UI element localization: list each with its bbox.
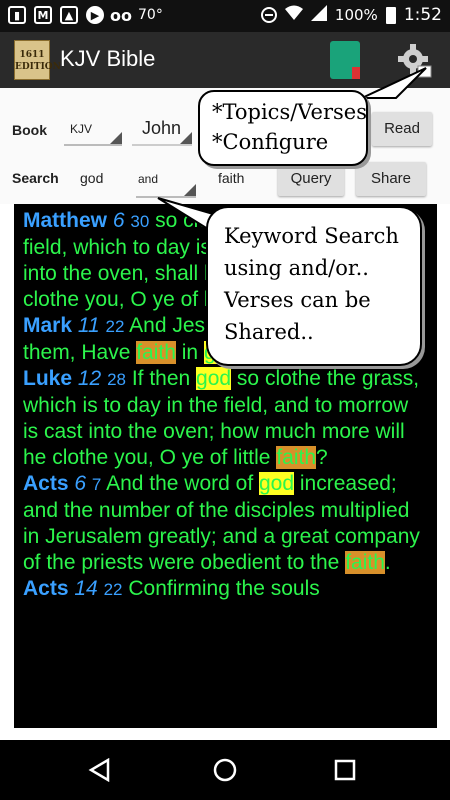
- verse-pre: If then: [131, 367, 197, 390]
- verse-item: Acts 14 22 Confirming the souls: [23, 576, 429, 603]
- app-logo: 1611 EDITION: [14, 40, 61, 80]
- recents-icon[interactable]: [334, 759, 356, 781]
- status-bar: ▮ M ▲ ▶ oo 70° 100% 1:52: [0, 0, 450, 32]
- verse-pre: And the word of: [106, 472, 259, 495]
- share-button[interactable]: Share: [356, 162, 426, 196]
- back-icon[interactable]: [88, 758, 112, 782]
- verse-item: Acts 6 7 And the word of god increased; …: [23, 471, 429, 576]
- verse-number: 30: [130, 212, 150, 231]
- version-select[interactable]: KJV: [64, 112, 122, 146]
- verse-number: 22: [105, 317, 125, 336]
- read-button[interactable]: Read: [372, 112, 432, 146]
- verse-book: Luke: [23, 367, 73, 390]
- status-right: 100% 1:52: [260, 5, 442, 25]
- navigation-bar: [0, 740, 450, 800]
- verse-chapter: 6: [74, 472, 87, 495]
- wifi-icon: [284, 5, 303, 25]
- search-label: Search: [12, 170, 59, 186]
- verse-mid: in: [175, 341, 204, 364]
- verse-chapter: 11: [77, 314, 100, 337]
- verse-chapter: 12: [77, 367, 102, 390]
- callout-line: Verses can be: [224, 288, 371, 312]
- callout-line: *Topics/Verses: [212, 100, 367, 124]
- verse-number: 28: [107, 370, 126, 389]
- search-term2-field[interactable]: faith: [218, 170, 244, 186]
- image-icon: ▲: [60, 6, 78, 24]
- status-left: ▮ M ▲ ▶ oo 70°: [8, 5, 163, 25]
- verse-highlight: god: [196, 367, 232, 390]
- verse-end: ?: [316, 446, 328, 469]
- version-value: KJV: [70, 122, 93, 136]
- callout-line: Keyword Search: [224, 224, 399, 248]
- battery-icon: [385, 6, 396, 24]
- verse-highlight: god: [259, 472, 295, 495]
- verse-end: .: [384, 551, 391, 574]
- verse-highlight-2: faith: [276, 446, 317, 469]
- verse-book: Acts: [23, 577, 69, 600]
- book-label: Book: [12, 122, 47, 138]
- verse-highlight-2: faith: [345, 551, 385, 574]
- verse-book: Acts: [23, 472, 69, 495]
- operator-value: and: [138, 172, 159, 186]
- book-select[interactable]: [132, 112, 192, 146]
- voicemail-icon: oo: [110, 5, 132, 25]
- callout-line: Shared..: [224, 320, 314, 344]
- status-box-icon: ▮: [8, 6, 26, 24]
- verse-number: 7: [91, 475, 102, 494]
- clock: 1:52: [403, 5, 442, 25]
- signal-icon: [310, 5, 327, 25]
- verse-chapter: 14: [74, 577, 98, 600]
- callout-pointer-top: [361, 67, 427, 99]
- temperature: 70°: [138, 7, 163, 23]
- verse-book: Mark: [23, 314, 73, 337]
- verse-number: 22: [103, 580, 123, 599]
- verse-highlight: faith: [136, 341, 176, 364]
- dnd-icon: [260, 7, 277, 23]
- operator-select[interactable]: and: [136, 164, 196, 198]
- verse-book: Matthew: [23, 209, 107, 232]
- verse-item: Luke 12 28 If then god so clothe the gra…: [23, 366, 429, 471]
- callout-line: using and/or..: [224, 256, 369, 280]
- app-logo-text: 1611 EDITION: [15, 50, 61, 72]
- play-icon: ▶: [86, 6, 104, 24]
- verse-chapter: 6: [112, 209, 125, 232]
- search-term1-field[interactable]: god: [80, 170, 103, 186]
- app-title: KJV Bible: [60, 46, 156, 71]
- verse-text: Confirming the souls: [128, 577, 320, 600]
- battery-percent: 100%: [334, 6, 378, 24]
- callout-keyword-search: Keyword Search using and/or.. Verses can…: [206, 206, 422, 366]
- callout-topics: *Topics/Verses *Configure: [198, 90, 368, 166]
- home-icon[interactable]: [212, 757, 238, 783]
- book-icon[interactable]: [330, 41, 360, 79]
- callout-line: *Configure: [212, 130, 329, 154]
- query-button[interactable]: Query: [278, 162, 344, 196]
- gmail-icon: M: [34, 6, 52, 24]
